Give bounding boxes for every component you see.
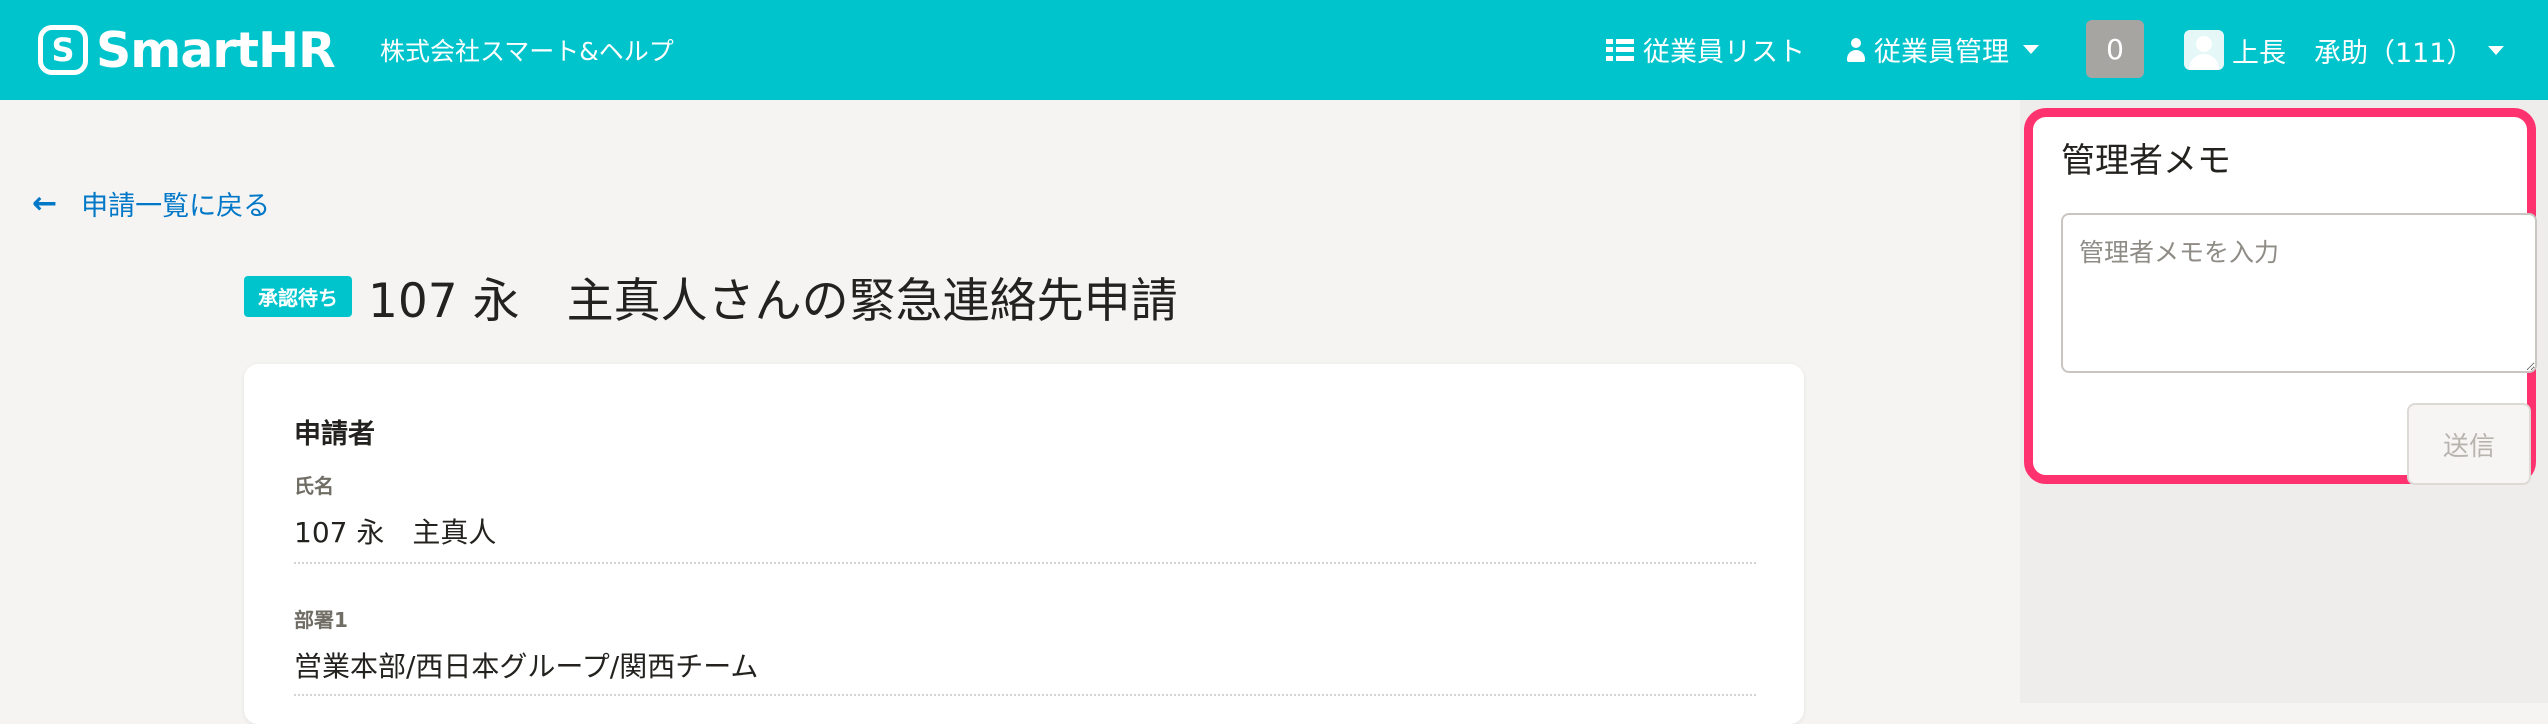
- send-button[interactable]: 送信: [2407, 403, 2531, 485]
- nav-employee-manage-label: 従業員管理: [1874, 37, 2009, 68]
- list-icon: [1606, 38, 1634, 61]
- field-name: 氏名 107 永 主真人: [294, 470, 1756, 564]
- back-to-list-label: 申請一覧に戻る: [81, 191, 271, 222]
- person-icon: [1846, 37, 1866, 62]
- chevron-down-icon: [2487, 45, 2504, 55]
- field-label: 部署1: [294, 608, 348, 632]
- field-value: 107 永 主真人: [294, 516, 497, 549]
- top-header: S SmartHR 株式会社スマート&ヘルプ 従業員リスト 従業員管理 0 上長…: [0, 0, 2548, 100]
- company-name: 株式会社スマート&ヘルプ: [380, 37, 674, 66]
- nav-employee-list[interactable]: 従業員リスト: [1606, 30, 1805, 69]
- user-sub: 承助（111）: [2314, 37, 2474, 69]
- field-value: 営業本部/西日本グループ/関西チーム: [294, 650, 759, 683]
- logo-mark-icon: S: [38, 25, 88, 75]
- page-title-row: 承認待ち 107 永 主真人さんの緊急連絡先申請: [244, 262, 1178, 331]
- memo-input[interactable]: [2061, 213, 2537, 373]
- status-badge: 承認待ち: [244, 276, 352, 317]
- arrow-left-icon: ←: [32, 186, 58, 221]
- avatar: [2184, 30, 2224, 70]
- notification-count-button[interactable]: 0: [2086, 20, 2144, 78]
- user-name: 上長: [2232, 37, 2286, 69]
- section-title: 申請者: [294, 419, 375, 450]
- applicant-card: 申請者 氏名 107 永 主真人 部署1 営業本部/西日本グループ/関西チーム: [244, 364, 1804, 724]
- smarthr-logo[interactable]: S SmartHR: [38, 21, 336, 79]
- page-title: 107 永 主真人さんの緊急連絡先申請: [368, 274, 1178, 329]
- field-label: 氏名: [294, 474, 334, 498]
- chevron-down-icon: [2023, 45, 2039, 54]
- back-to-list-link[interactable]: ← 申請一覧に戻る: [32, 184, 270, 223]
- admin-memo-panel: 管理者メモ 送信: [2024, 108, 2537, 485]
- user-menu[interactable]: 上長 承助（111）: [2184, 30, 2504, 70]
- nav-employee-list-label: 従業員リスト: [1643, 37, 1805, 68]
- nav-employee-manage[interactable]: 従業員管理: [1846, 30, 2039, 69]
- logo-text: SmartHR: [96, 21, 336, 79]
- memo-title: 管理者メモ: [2061, 141, 2231, 181]
- field-department: 部署1 営業本部/西日本グループ/関西チーム: [294, 604, 1756, 696]
